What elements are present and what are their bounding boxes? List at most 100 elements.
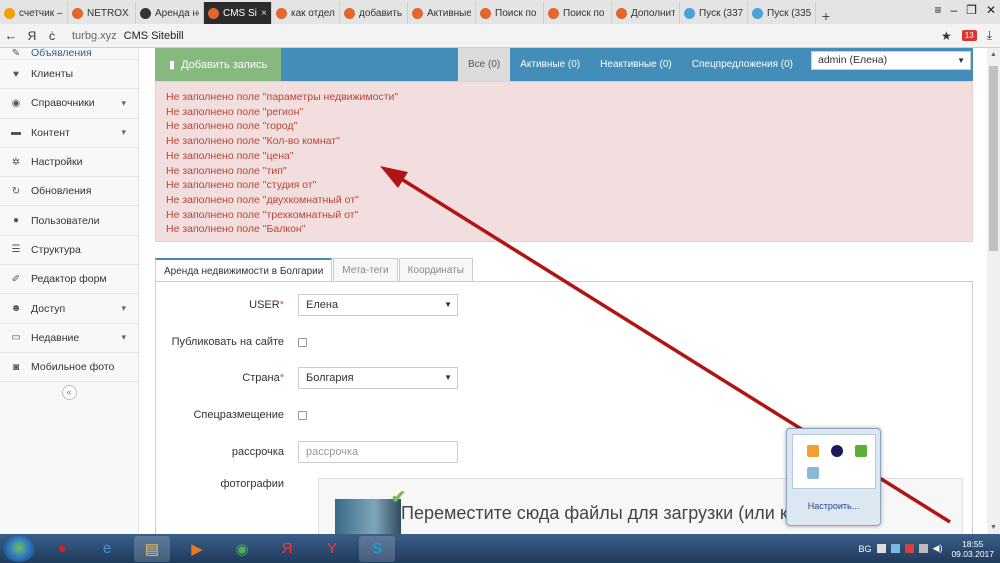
- error-line: Не заполнено поле "трехкомнатный от": [166, 208, 359, 221]
- favicon-icon: [616, 7, 627, 19]
- clock-time: 18:55: [962, 538, 984, 549]
- yandex-browser-app[interactable]: Y: [314, 536, 350, 562]
- yandex-app[interactable]: Я: [269, 536, 305, 562]
- browser-tab[interactable]: Пуск (337: [680, 2, 748, 24]
- browser-tab[interactable]: Пуск (335: [748, 2, 816, 24]
- file-explorer-app[interactable]: ▤: [134, 535, 170, 562]
- browser-tab[interactable]: добавить: [340, 2, 408, 24]
- microphone-app[interactable]: ●: [44, 536, 80, 562]
- star-icon[interactable]: ★: [941, 29, 952, 43]
- show-hidden-icons-icon[interactable]: [876, 544, 886, 553]
- filter-tab[interactable]: Активные (0): [510, 48, 590, 81]
- add-record-button[interactable]: ▮ Добавить запись: [155, 48, 281, 81]
- sidebar-item[interactable]: ◙ Мобильное фото: [0, 353, 138, 383]
- sidebar-item[interactable]: ☻ Доступ ▾: [0, 294, 138, 324]
- url-text[interactable]: turbg.xyz: [72, 30, 117, 42]
- extension-badge[interactable]: 13: [961, 30, 977, 41]
- bluetooth-icon[interactable]: [831, 445, 843, 457]
- tab-label: NETROX -: [87, 7, 131, 19]
- sidebar-item-label: Объявления: [31, 47, 92, 59]
- network-icon[interactable]: [890, 544, 900, 553]
- publish-checkbox[interactable]: [298, 337, 307, 347]
- skype-app[interactable]: S: [359, 535, 395, 562]
- browser-tab[interactable]: NETROX -: [68, 2, 136, 24]
- filter-tab[interactable]: Неактивные (0): [590, 48, 682, 81]
- chrome-app[interactable]: ◉: [224, 536, 260, 562]
- user-select-field[interactable]: Елена ▼: [298, 294, 458, 316]
- browser-tab[interactable]: Аренда не: [136, 2, 204, 24]
- sidebar-item[interactable]: ✲ Настройки: [0, 148, 138, 178]
- filter-tab[interactable]: Спецпредложения (0): [682, 48, 803, 81]
- form-tab[interactable]: Аренда недвижимости в Болгарии: [155, 258, 333, 282]
- favicon-icon: [208, 7, 219, 19]
- favicon-icon: [684, 7, 695, 19]
- sidebar-item[interactable]: ☰ Структура: [0, 236, 138, 266]
- sidebar-item[interactable]: ✐ Редактор форм: [0, 265, 138, 295]
- minimize-icon[interactable]: ‒: [950, 3, 957, 17]
- browser-tab[interactable]: Поиск по: [476, 2, 544, 24]
- browser-tab[interactable]: как отдел: [272, 2, 340, 24]
- group-icon: ☻: [10, 303, 22, 315]
- sidebar-item-label: Недавние: [31, 331, 80, 344]
- form-tabs: Аренда недвижимости в Болгарии Мета-теги К…: [155, 258, 474, 282]
- favicon-icon: [344, 7, 355, 19]
- language-indicator[interactable]: BG: [859, 544, 872, 554]
- scroll-up-icon[interactable]: ▲: [990, 51, 997, 58]
- country-select[interactable]: Болгария ▼: [298, 367, 458, 389]
- sidebar-item[interactable]: ♥ Клиенты: [0, 60, 138, 90]
- window-controls: ≡ ‒ ❐ ✕: [934, 3, 996, 17]
- installment-input[interactable]: рассрочка: [298, 441, 458, 463]
- favicon-icon: [72, 7, 83, 19]
- configure-link[interactable]: Настроить...: [787, 501, 880, 511]
- tab-label: счетчик –: [19, 7, 63, 19]
- sidebar-item[interactable]: ▭ Недавние ▾: [0, 324, 138, 353]
- address-bar: ← Я ċ turbg.xyz CMS Sitebill ★ 13 ⤓: [0, 24, 1000, 48]
- sidebar-item[interactable]: ✎ Объявления: [0, 47, 138, 60]
- cog-icon: ✲: [11, 156, 21, 168]
- vertical-scrollbar[interactable]: ▲ ▼: [987, 48, 1000, 534]
- scrollbar-thumb[interactable]: [989, 66, 998, 251]
- sidebar-item[interactable]: ◉ Справочники ▾: [0, 89, 138, 119]
- browser-tab[interactable]: Дополнит: [612, 2, 680, 24]
- browser-tab[interactable]: счетчик –: [0, 2, 68, 24]
- flag-icon[interactable]: [904, 544, 914, 553]
- browser-tab[interactable]: Поиск по: [544, 2, 612, 24]
- close-tab-icon[interactable]: ×: [261, 8, 267, 19]
- form-tab[interactable]: Координаты: [398, 258, 473, 282]
- scroll-down-icon[interactable]: ▼: [990, 524, 997, 531]
- maximize-icon[interactable]: ❐: [966, 3, 977, 17]
- start-button[interactable]: [3, 535, 35, 562]
- top-nav-bar: ▮ Добавить запись Все (0) Активные (0) Неа…: [155, 48, 973, 81]
- sidebar-collapse: «: [0, 385, 138, 401]
- reload-icon[interactable]: ċ: [42, 29, 62, 43]
- user-row: USER* Елена ▼: [156, 294, 476, 316]
- special-checkbox[interactable]: [298, 410, 307, 420]
- signal-icon[interactable]: [918, 544, 928, 553]
- tray-app-icon[interactable]: [807, 467, 819, 479]
- collapse-icon[interactable]: «: [61, 385, 77, 401]
- volume-icon[interactable]: ◀): [933, 543, 943, 554]
- user-select[interactable]: admin (Елена) ▼: [811, 51, 971, 70]
- error-line: Не заполнено поле "двухкомнатный от": [166, 193, 359, 206]
- menu-icon[interactable]: ≡: [934, 3, 941, 17]
- publish-row: Публиковать на сайте: [156, 331, 476, 353]
- yandex-icon[interactable]: Я: [22, 29, 42, 43]
- internet-explorer-app[interactable]: e: [89, 536, 125, 562]
- download-icon[interactable]: ⤓: [987, 28, 992, 43]
- form-tab[interactable]: Мета-теги: [333, 258, 398, 282]
- media-player-app[interactable]: ▶: [179, 536, 215, 562]
- error-line: Не заполнено поле "цена": [166, 149, 294, 162]
- new-tab-button[interactable]: +: [816, 8, 836, 24]
- tray-app-icon[interactable]: [807, 445, 819, 457]
- close-window-icon[interactable]: ✕: [986, 3, 996, 17]
- sidebar-item[interactable]: ▬ Контент ▾: [0, 119, 138, 148]
- shield-icon[interactable]: [855, 445, 867, 457]
- sidebar-item[interactable]: ↻ Обновления: [0, 177, 138, 207]
- sidebar-item[interactable]: ● Пользователи: [0, 206, 138, 236]
- favicon-icon: [4, 7, 15, 19]
- back-arrow-icon[interactable]: ←: [0, 28, 22, 43]
- browser-tab[interactable]: CMS Sit ×: [204, 2, 272, 24]
- clock[interactable]: 18:55 09.03.2017: [951, 539, 994, 559]
- browser-tab[interactable]: Активные: [408, 2, 476, 24]
- filter-tab[interactable]: Все (0): [458, 48, 511, 81]
